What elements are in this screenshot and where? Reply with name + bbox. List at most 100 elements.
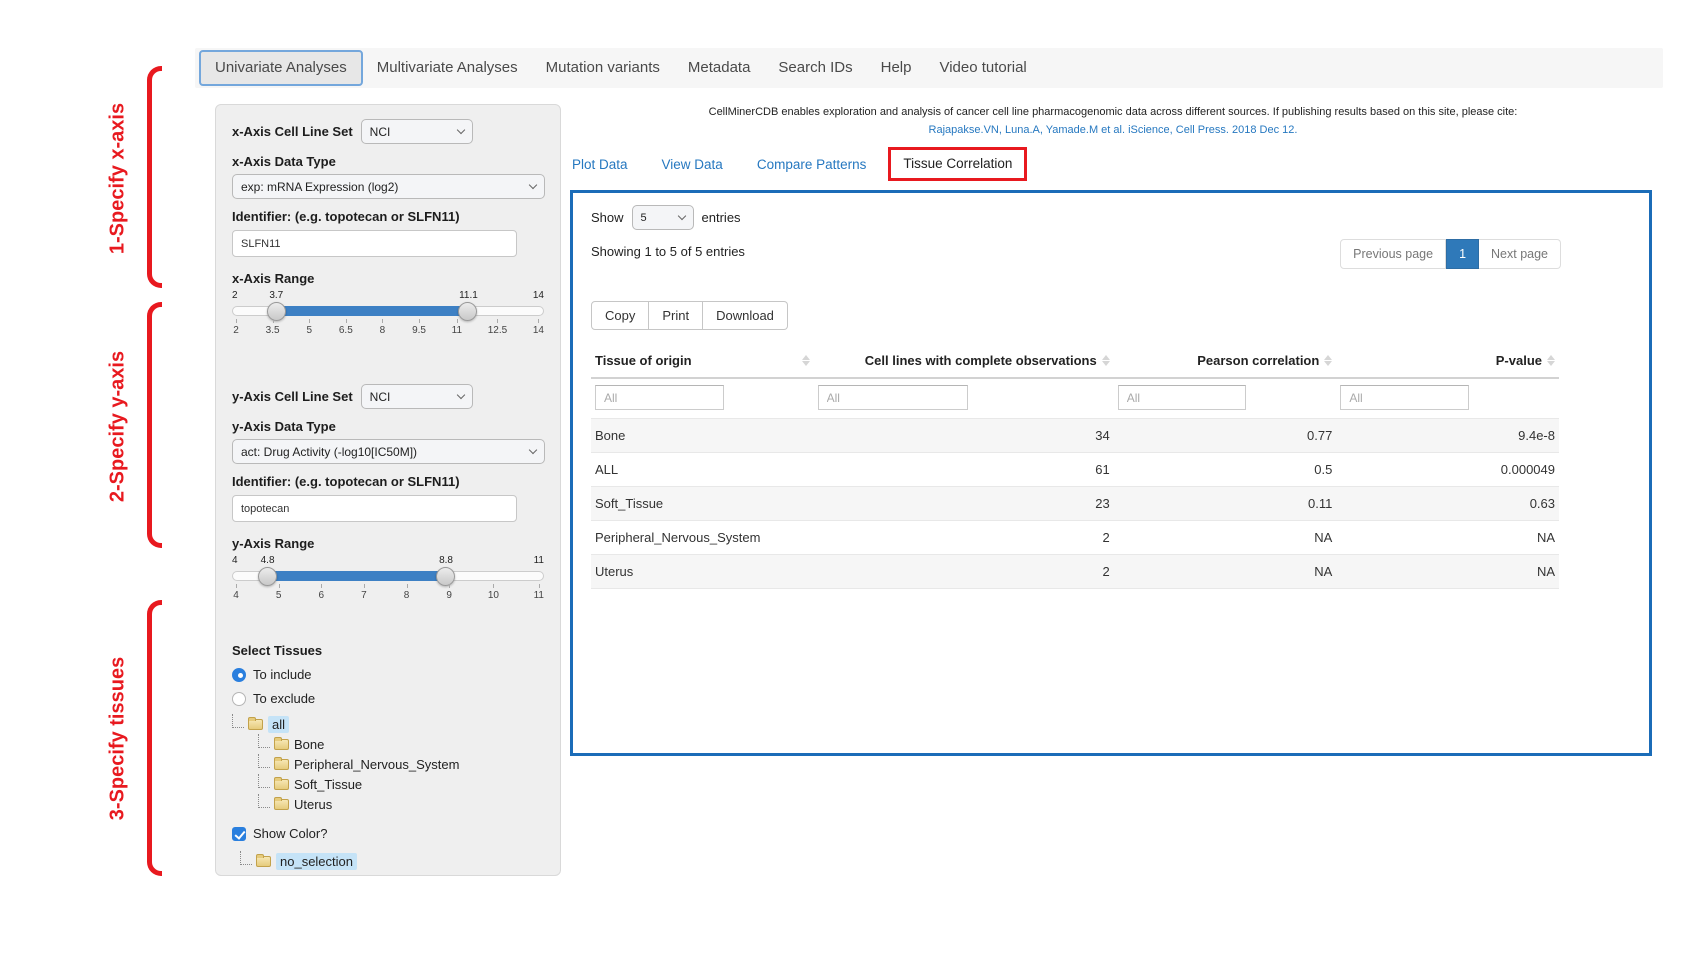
tab-view-data[interactable]: View Data: [662, 157, 723, 172]
x-axis-cell-line-set-select[interactable]: NCI: [361, 119, 473, 144]
nav-tab-multivariate-analyses[interactable]: Multivariate Analyses: [363, 50, 532, 86]
cell-count: 2: [814, 521, 1114, 555]
tree-node-peripheral-nervous-system[interactable]: Peripheral_Nervous_System: [294, 757, 459, 772]
table-row[interactable]: ALL 61 0.5 0.000049: [591, 453, 1559, 487]
y-axis-cell-line-set-label: y-Axis Cell Line Set: [232, 389, 353, 404]
x-axis-range-label: x-Axis Range: [232, 271, 544, 286]
page-number-button[interactable]: 1: [1446, 239, 1479, 269]
citation-link[interactable]: Rajapakse.VN, Luna.A, Yamade.M et al. iS…: [570, 124, 1656, 136]
y-axis-identifier-input[interactable]: [232, 495, 517, 522]
x-tick: 2: [232, 319, 240, 336]
tissue-tree: all Bone Peripheral_Nervous_System Soft_…: [232, 714, 544, 814]
sort-icon[interactable]: [1324, 355, 1332, 366]
column-header-cell-lines[interactable]: Cell lines with complete observations: [865, 353, 1097, 368]
chevron-down-icon: [456, 391, 464, 399]
citation-text: CellMinerCDB enables exploration and ana…: [570, 106, 1656, 118]
to-exclude-label: To exclude: [253, 691, 315, 706]
y-range-max-label: 11: [534, 555, 544, 566]
nav-tab-univariate-analyses[interactable]: Univariate Analyses: [199, 50, 363, 86]
cell-p-value: NA: [1336, 521, 1559, 555]
to-exclude-radio[interactable]: [232, 692, 246, 706]
next-page-button[interactable]: Next page: [1479, 239, 1561, 269]
y-range-min-label: 4: [232, 555, 238, 566]
tab-plot-data[interactable]: Plot Data: [572, 157, 628, 172]
cell-count: 61: [814, 453, 1114, 487]
tree-node-all[interactable]: all: [268, 716, 289, 733]
folder-icon: [274, 779, 289, 790]
annotation-step2-bracket: [147, 302, 162, 548]
cell-pearson: NA: [1114, 555, 1337, 589]
table-row[interactable]: Peripheral_Nervous_System 2 NA NA: [591, 521, 1559, 555]
table-row[interactable]: Uterus 2 NA NA: [591, 555, 1559, 589]
chevron-down-icon: [677, 212, 685, 220]
show-label: Show: [591, 210, 624, 225]
y-tick: 7: [360, 584, 368, 601]
x-range-low-label: 3.7: [269, 290, 283, 301]
to-include-radio[interactable]: [232, 668, 246, 682]
filter-input-tissue[interactable]: [595, 385, 724, 410]
cell-p-value: 9.4e-8: [1336, 419, 1559, 453]
chevron-down-icon: [529, 181, 537, 189]
filter-input-p-value[interactable]: [1340, 385, 1469, 410]
nav-tab-mutation-variants[interactable]: Mutation variants: [532, 50, 674, 86]
y-axis-data-type-select[interactable]: act: Drug Activity (-log10[IC50M]): [232, 439, 545, 464]
y-tick: 10: [488, 584, 499, 601]
y-tick: 4: [232, 584, 240, 601]
tissue-correlation-table: Tissue of origin Cell lines with complet…: [591, 344, 1559, 589]
cell-count: 2: [814, 555, 1114, 589]
nav-tab-video-tutorial[interactable]: Video tutorial: [925, 50, 1040, 86]
entries-per-page-select[interactable]: 5: [632, 205, 694, 230]
x-range-ticks: 2 3.5 5 6.5 8 9.5 11 12.5 14: [232, 319, 544, 336]
download-button[interactable]: Download: [703, 301, 788, 330]
y-range-low-label: 4.8: [261, 555, 275, 566]
folder-icon: [274, 759, 289, 770]
x-tick: 9.5: [412, 319, 426, 336]
show-color-checkbox[interactable]: [232, 827, 246, 841]
nav-tab-search-ids[interactable]: Search IDs: [764, 50, 866, 86]
tab-compare-patterns[interactable]: Compare Patterns: [757, 157, 867, 172]
folder-icon: [274, 799, 289, 810]
chevron-down-icon: [456, 126, 464, 134]
sort-icon[interactable]: [1547, 355, 1555, 366]
filter-input-pearson[interactable]: [1118, 385, 1247, 410]
tree-connector-icon: [258, 734, 270, 748]
tab-tissue-correlation[interactable]: Tissue Correlation: [903, 156, 1012, 171]
y-range-track[interactable]: [232, 571, 544, 581]
x-range-track[interactable]: [232, 306, 544, 316]
nav-tab-help[interactable]: Help: [867, 50, 926, 86]
tree-node-no-selection[interactable]: no_selection: [276, 853, 357, 870]
table-row[interactable]: Bone 34 0.77 9.4e-8: [591, 419, 1559, 453]
column-header-p-value[interactable]: P-value: [1496, 353, 1542, 368]
y-tick: 8: [403, 584, 411, 601]
copy-button[interactable]: Copy: [591, 301, 649, 330]
x-axis-range-slider: 2 3.7 11.1 14 2 3.5 5 6.5 8 9.5 11 12.5 …: [232, 290, 544, 348]
sort-icon[interactable]: [1102, 355, 1110, 366]
tree-node-bone[interactable]: Bone: [294, 737, 324, 752]
x-tick: 6.5: [339, 319, 353, 336]
annotation-step2-label: 2-Specify y-axis: [107, 327, 130, 527]
table-row[interactable]: Soft_Tissue 23 0.11 0.63: [591, 487, 1559, 521]
y-axis-range-label: y-Axis Range: [232, 536, 544, 551]
x-axis-data-type-select[interactable]: exp: mRNA Expression (log2): [232, 174, 545, 199]
cell-pearson: NA: [1114, 521, 1337, 555]
x-tick: 5: [305, 319, 313, 336]
tree-node-uterus[interactable]: Uterus: [294, 797, 332, 812]
annotation-step1-label: 1-Specify x-axis: [107, 79, 130, 279]
sort-icon[interactable]: [802, 355, 810, 366]
filter-input-cell-lines[interactable]: [818, 385, 968, 410]
cell-pearson: 0.77: [1114, 419, 1337, 453]
x-axis-identifier-input[interactable]: [232, 230, 517, 257]
y-axis-data-type-label: y-Axis Data Type: [232, 419, 544, 434]
print-button[interactable]: Print: [649, 301, 703, 330]
y-axis-cell-line-set-select[interactable]: NCI: [361, 384, 473, 409]
entries-label: entries: [702, 210, 741, 225]
nav-tab-metadata[interactable]: Metadata: [674, 50, 765, 86]
previous-page-button[interactable]: Previous page: [1340, 239, 1446, 269]
entries-per-page-value: 5: [641, 212, 647, 224]
tree-node-soft-tissue[interactable]: Soft_Tissue: [294, 777, 362, 792]
cell-pearson: 0.5: [1114, 453, 1337, 487]
column-header-tissue-of-origin[interactable]: Tissue of origin: [595, 353, 692, 368]
tree-connector-icon: [240, 851, 252, 865]
column-header-pearson-correlation[interactable]: Pearson correlation: [1197, 353, 1319, 368]
export-buttons: Copy Print Download: [591, 301, 1631, 330]
